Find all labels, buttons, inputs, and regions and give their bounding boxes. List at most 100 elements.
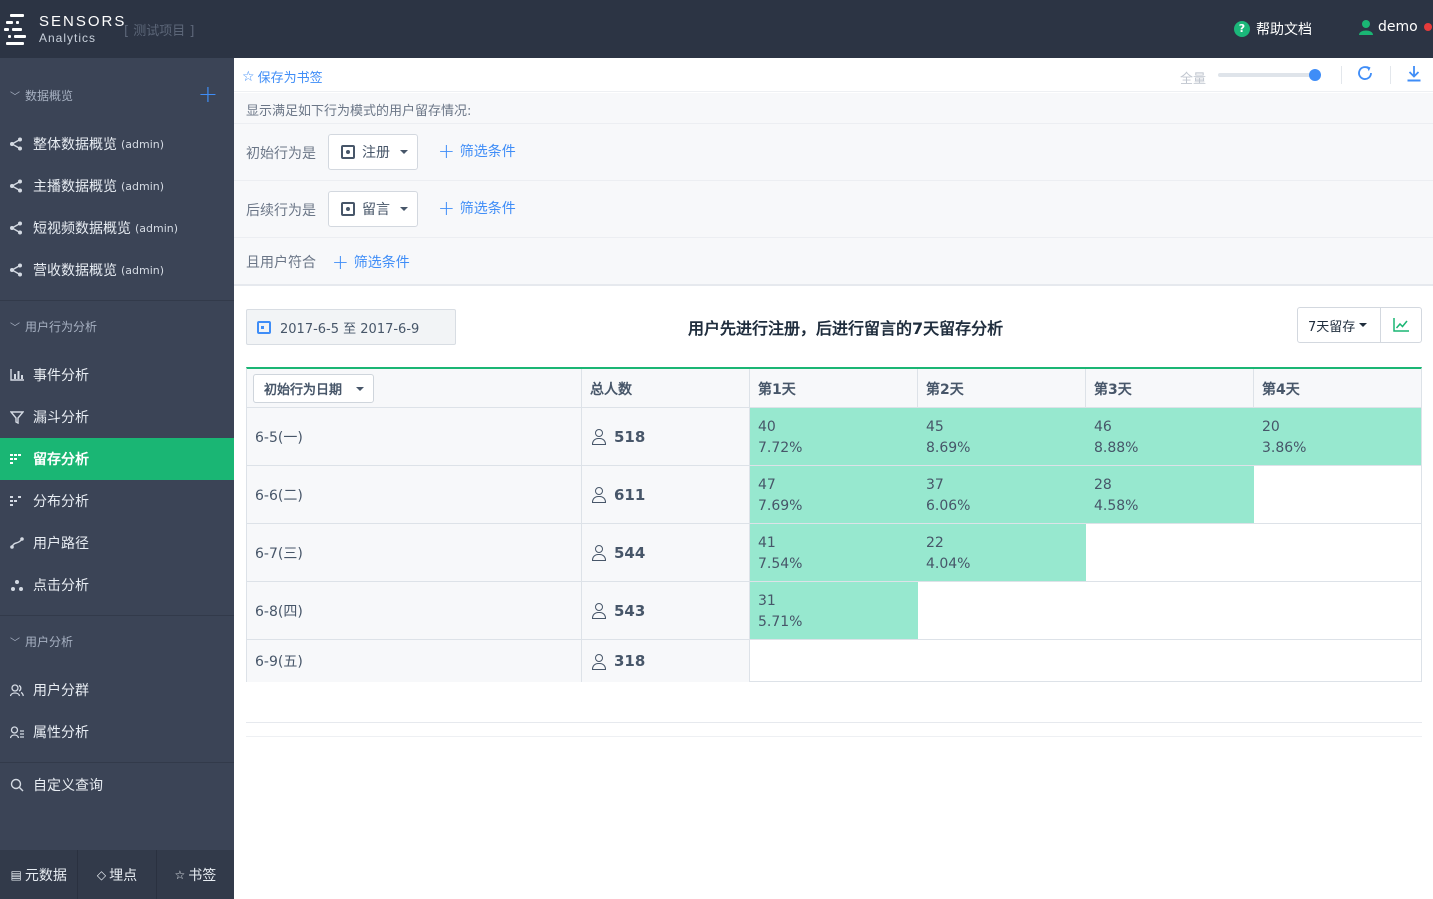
caret-down-icon <box>400 150 408 154</box>
retention-count: 45 <box>926 419 944 435</box>
retention-cell[interactable]: 40 7.72% <box>750 408 918 465</box>
row-total[interactable]: 611 <box>582 466 750 523</box>
filter-label: 筛选条件 <box>353 255 410 271</box>
date-range-value: 2017-6-5 至 2017-6-9 <box>280 321 420 337</box>
retention-cell[interactable]: 22 4.04% <box>918 524 1086 581</box>
user-name: demo <box>1378 19 1418 35</box>
retention-cell[interactable]: 45 8.69% <box>918 408 1086 465</box>
date-range-picker[interactable]: 2017-6-5 至 2017-6-9 <box>246 309 456 345</box>
admin-suffix: (admin) <box>135 221 179 235</box>
followup-event-select[interactable]: 留言 <box>328 191 418 227</box>
followup-event-filter-button[interactable]: + 筛选条件 <box>438 198 516 218</box>
sidebar-section-user[interactable]: ﹀ 用户分析 <box>0 623 234 659</box>
conditions-bottom-border <box>234 284 1433 286</box>
user-icon <box>592 653 606 670</box>
sampling-label: 全量 <box>1180 72 1207 87</box>
metadata-label: 元数据 <box>24 867 67 884</box>
sidebar-item-label: 点击分析 <box>33 578 89 594</box>
initial-event-filter-button[interactable]: + 筛选条件 <box>438 141 516 161</box>
retention-period-select[interactable]: 7天留存 <box>1297 307 1381 343</box>
sidebar-item-label: 属性分析 <box>33 725 89 741</box>
day-column-header: 第1天 <box>750 369 918 408</box>
sidebar-section-behavior[interactable]: ﹀ 用户行为分析 <box>0 308 234 344</box>
sidebar-divider <box>0 615 234 616</box>
download-icon[interactable] <box>1406 65 1422 87</box>
help-docs-link[interactable]: ? 帮助文档 <box>1234 19 1312 39</box>
row-date: 6-8(四) <box>247 582 582 639</box>
row-total[interactable]: 544 <box>582 524 750 581</box>
help-docs-label: 帮助文档 <box>1256 22 1312 38</box>
retention-cell[interactable]: 46 8.88% <box>1086 408 1254 465</box>
retention-cell[interactable]: 41 7.54% <box>750 524 918 581</box>
retention-cell[interactable]: 20 3.86% <box>1254 408 1421 465</box>
toolbar: ☆ 保存为书签 全量 <box>234 58 1433 92</box>
retention-cell[interactable]: 31 5.71% <box>750 582 918 639</box>
retention-count: 40 <box>758 419 776 435</box>
retention-rate: 8.88% <box>1094 440 1139 456</box>
sidebar-item-distribution-analysis[interactable]: 分布分析 <box>0 480 234 522</box>
sampling-slider-handle[interactable] <box>1309 69 1321 81</box>
retention-rate: 8.69% <box>926 440 971 456</box>
section-title: 数据概览 <box>25 88 74 103</box>
sidebar-item-click-analysis[interactable]: 点击分析 <box>0 564 234 606</box>
row-date: 6-9(五) <box>247 640 582 682</box>
refresh-icon[interactable] <box>1356 64 1374 87</box>
initial-event-label: 初始行为是 <box>246 146 316 162</box>
bookmarks-button[interactable]: ☆ 书签 <box>157 850 234 899</box>
user-icon <box>592 487 606 503</box>
user-condition-label: 且用户符合 <box>246 255 316 271</box>
funnel-icon <box>8 409 26 425</box>
chart-view-button[interactable] <box>1380 307 1422 343</box>
row-total[interactable]: 543 <box>582 582 750 639</box>
sidebar-item-label: 短视频数据概览 <box>33 221 131 237</box>
sidebar-item-anchor[interactable]: 主播数据概览 (admin) <box>0 165 234 207</box>
sidebar-item-overall[interactable]: 整体数据概览 (admin) <box>0 123 234 165</box>
section-divider <box>246 722 1422 723</box>
row-date: 6-5(一) <box>247 408 582 465</box>
table-row: 6-7(三) 544 41 7.54% 22 4.04% <box>247 524 1421 582</box>
logo[interactable]: SENSORS Analytics <box>4 10 124 50</box>
star-icon: ☆ <box>174 867 186 882</box>
sidebar-divider <box>0 762 234 763</box>
brand-subname: Analytics <box>39 31 97 45</box>
sidebar-item-short-video[interactable]: 短视频数据概览 (admin) <box>0 207 234 249</box>
metadata-button[interactable]: ▤ 元数据 <box>0 850 79 899</box>
sidebar-item-label: 分布分析 <box>33 494 89 510</box>
row-total[interactable]: 318 <box>582 640 750 682</box>
admin-suffix: (admin) <box>121 179 165 193</box>
sidebar-item-label: 留存分析 <box>33 452 89 468</box>
chevron-down-icon: ﹀ <box>10 91 20 103</box>
save-bookmark-button[interactable]: ☆ 保存为书签 <box>242 67 323 87</box>
user-filter-button[interactable]: + 筛选条件 <box>332 252 410 272</box>
table-row: 6-5(一) 518 40 7.72% 45 8.69% 46 8.88% 20 3.8… <box>247 408 1421 466</box>
retention-cell[interactable]: 28 4.58% <box>1086 466 1254 523</box>
sidebar-item-user-segmentation[interactable]: 用户分群 <box>0 669 234 711</box>
sampling-slider[interactable] <box>1218 73 1316 77</box>
retention-cell[interactable]: 47 7.69% <box>750 466 918 523</box>
sidebar-section-overview[interactable]: ﹀ 数据概览 + <box>0 77 234 113</box>
date-dimension-select[interactable]: 初始行为日期 <box>253 374 374 403</box>
initial-event-select[interactable]: 注册 <box>328 134 418 170</box>
sidebar-item-revenue[interactable]: 营收数据概览 (admin) <box>0 249 234 291</box>
row-total-value: 518 <box>614 427 646 446</box>
row-total[interactable]: 518 <box>582 408 750 465</box>
sidebar-item-event-analysis[interactable]: 事件分析 <box>0 354 234 396</box>
tracking-button[interactable]: ◇ 埋点 <box>78 850 157 899</box>
sidebar-item-user-path[interactable]: 用户路径 <box>0 522 234 564</box>
share-icon <box>8 262 24 278</box>
row-date: 6-6(二) <box>247 466 582 523</box>
project-name[interactable]: [ 测试项目 ] <box>124 20 194 39</box>
retention-icon <box>8 451 26 467</box>
retention-period-value: 7天留存 <box>1308 319 1356 335</box>
retention-rate: 5.71% <box>758 614 803 630</box>
sidebar-item-custom-query[interactable]: 自定义查询 <box>0 764 234 806</box>
user-menu[interactable]: demo <box>1358 19 1432 35</box>
row-total-value: 611 <box>614 485 646 504</box>
top-bar: SENSORS Analytics [ 测试项目 ] ? 帮助文档 demo <box>0 0 1433 58</box>
add-dashboard-icon[interactable]: + <box>198 82 218 106</box>
retention-cell[interactable]: 37 6.06% <box>918 466 1086 523</box>
sidebar-item-attribute-analysis[interactable]: 属性分析 <box>0 711 234 753</box>
sidebar-item-retention-analysis[interactable]: 留存分析 <box>0 438 234 480</box>
sidebar-item-funnel-analysis[interactable]: 漏斗分析 <box>0 396 234 438</box>
filter-label: 筛选条件 <box>459 201 516 217</box>
